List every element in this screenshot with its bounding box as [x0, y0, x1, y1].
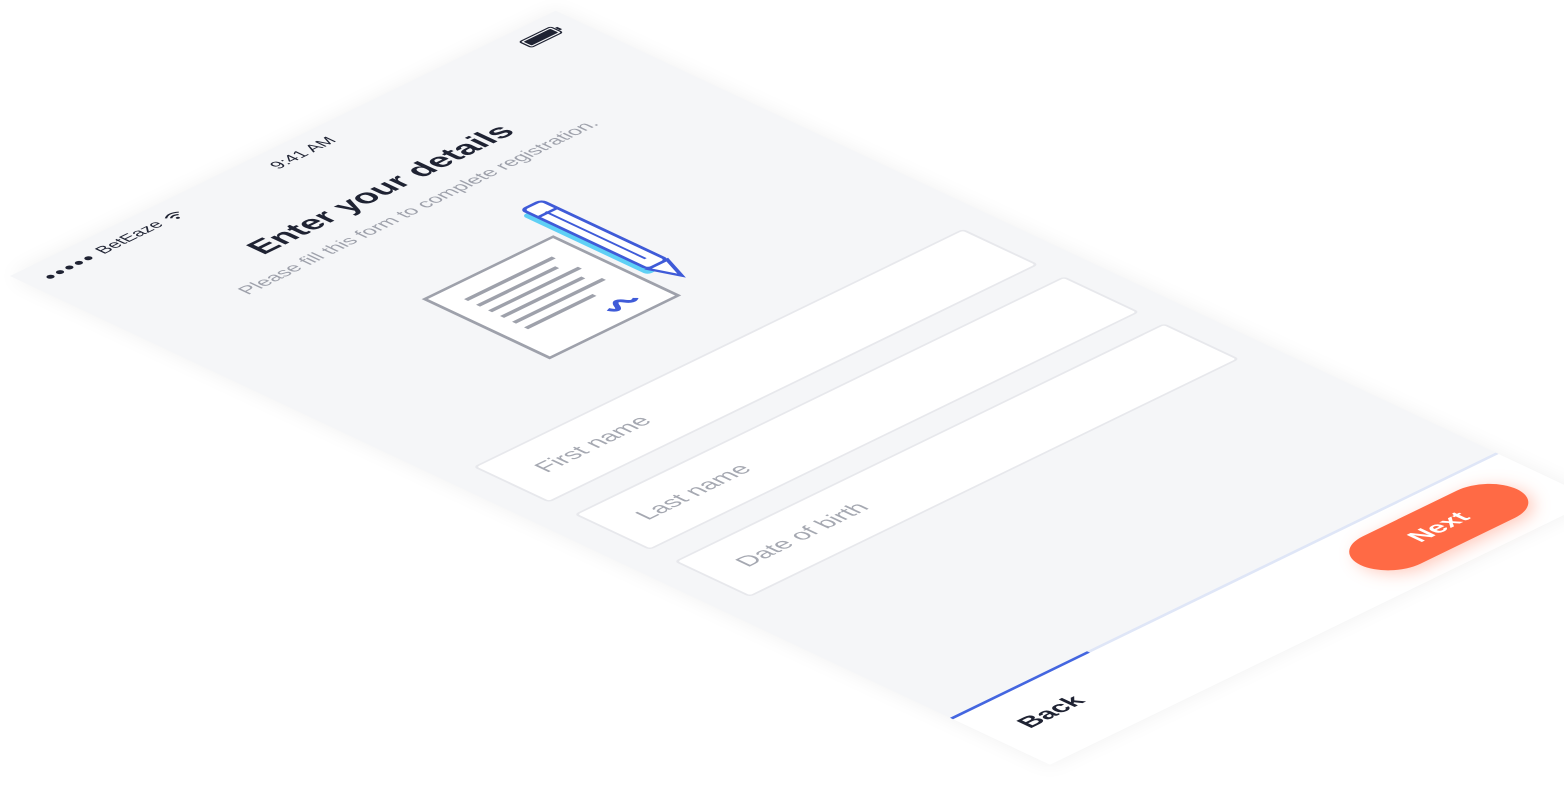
back-button[interactable]: Back: [1010, 692, 1092, 732]
progress-bar: [950, 452, 1499, 720]
footer-bar: Back Next: [950, 452, 1564, 765]
next-button[interactable]: Next: [1331, 475, 1546, 579]
stage: ●●●●● BetEaze 9:41 AM Enter your details…: [0, 0, 1564, 790]
phone-screen: ●●●●● BetEaze 9:41 AM Enter your details…: [10, 10, 1564, 765]
document-pencil-illustration: [421, 200, 686, 360]
